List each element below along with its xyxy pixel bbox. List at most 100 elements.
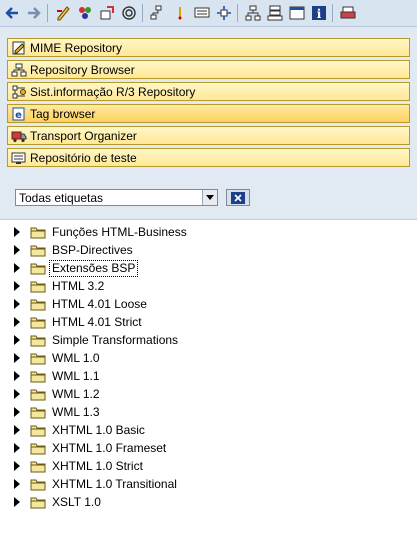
tree-node[interactable]: XHTML 1.0 Transitional: [14, 475, 179, 493]
close-icon: [231, 191, 245, 204]
tree-node-label: HTML 4.01 Strict: [52, 314, 142, 329]
expand-arrow-icon[interactable]: [14, 443, 24, 453]
tree-node-label: XHTML 1.0 Transitional: [52, 476, 177, 491]
hierarchy-icon[interactable]: [243, 3, 263, 23]
folder-icon: [30, 226, 46, 239]
tag-filter-value: Todas etiquetas: [19, 191, 104, 205]
tree-node[interactable]: XHTML 1.0 Basic: [14, 421, 147, 439]
folder-icon: [30, 388, 46, 401]
folder-icon: [30, 316, 46, 329]
tree-node[interactable]: HTML 4.01 Strict: [14, 313, 144, 331]
nav-label: Tag browser: [30, 106, 96, 121]
navigate-icon[interactable]: [214, 3, 234, 23]
tree-node[interactable]: WML 1.3: [14, 403, 102, 421]
tree-node-label: XSLT 1.0: [52, 494, 101, 509]
stack-icon[interactable]: [265, 3, 285, 23]
expand-arrow-icon[interactable]: [14, 461, 24, 471]
tree-node[interactable]: XHTML 1.0 Frameset: [14, 439, 168, 457]
clear-filter-button[interactable]: [226, 189, 250, 206]
folder-icon: [30, 442, 46, 455]
tree-node[interactable]: Funções HTML-Business: [14, 223, 189, 241]
nav-tag-browser[interactable]: e Tag browser: [7, 104, 410, 123]
tag-icon: e: [11, 107, 27, 121]
expand-arrow-icon[interactable]: [14, 479, 24, 489]
expand-arrow-icon[interactable]: [14, 353, 24, 363]
tree-node[interactable]: HTML 4.01 Loose: [14, 295, 149, 313]
forward-icon[interactable]: [24, 3, 44, 23]
tree-node-label: XHTML 1.0 Basic: [52, 422, 145, 437]
expand-arrow-icon[interactable]: [14, 407, 24, 417]
expand-arrow-icon[interactable]: [14, 299, 24, 309]
application-toolbar: i: [0, 0, 417, 27]
expand-arrow-icon[interactable]: [14, 245, 24, 255]
tree-node[interactable]: XHTML 1.0 Strict: [14, 457, 145, 475]
display-icon[interactable]: [192, 3, 212, 23]
hierarchy-icon: [11, 63, 27, 77]
folder-icon: [30, 334, 46, 347]
folder-icon: [30, 460, 46, 473]
tag-filter-select[interactable]: Todas etiquetas: [15, 189, 218, 206]
tree-node-label: XHTML 1.0 Strict: [52, 458, 143, 473]
toolbar-separator: [47, 4, 48, 22]
nav-label: Repositório de teste: [30, 150, 137, 165]
back-icon[interactable]: [2, 3, 22, 23]
expand-arrow-icon[interactable]: [14, 371, 24, 381]
tree-node[interactable]: HTML 3.2: [14, 277, 106, 295]
truck-icon: [11, 129, 27, 143]
nav-mime-repository[interactable]: MIME Repository: [7, 38, 410, 57]
folder-icon: [30, 298, 46, 311]
window-icon[interactable]: [287, 3, 307, 23]
nav-test-repository[interactable]: Repositório de teste: [7, 148, 410, 167]
marker-icon[interactable]: [170, 3, 190, 23]
tree-node[interactable]: BSP-Directives: [14, 241, 135, 259]
tree-node[interactable]: WML 1.0: [14, 349, 102, 367]
objects-icon[interactable]: [75, 3, 95, 23]
test-repo-icon: [11, 151, 27, 165]
svg-text:e: e: [15, 110, 22, 121]
expand-arrow-icon[interactable]: [14, 389, 24, 399]
chevron-down-icon[interactable]: [202, 190, 217, 205]
nav-repository-browser[interactable]: Repository Browser: [7, 60, 410, 79]
expand-arrow-icon[interactable]: [14, 227, 24, 237]
expand-arrow-icon[interactable]: [14, 317, 24, 327]
tree-node-label: WML 1.1: [52, 368, 100, 383]
toolbar-separator: [332, 4, 333, 22]
expand-arrow-icon[interactable]: [14, 497, 24, 507]
tree-node[interactable]: WML 1.2: [14, 385, 102, 403]
folder-icon: [30, 280, 46, 293]
nav-label: Repository Browser: [30, 62, 135, 77]
tree-node-label: HTML 4.01 Loose: [52, 296, 147, 311]
folder-icon: [30, 406, 46, 419]
tree-node-label: BSP-Directives: [52, 242, 133, 257]
print-icon[interactable]: [338, 3, 358, 23]
expand-arrow-icon[interactable]: [14, 281, 24, 291]
folder-icon: [30, 262, 46, 275]
tree-node[interactable]: Extensões BSP: [14, 259, 139, 277]
expand-arrow-icon[interactable]: [14, 425, 24, 435]
nav-repository-info[interactable]: Sist.informação R/3 Repository: [7, 82, 410, 101]
tree-icon[interactable]: [148, 3, 168, 23]
folder-icon: [30, 370, 46, 383]
info-icon[interactable]: i: [309, 3, 329, 23]
toolbar-separator: [142, 4, 143, 22]
tree-node-label: Extensões BSP: [48, 259, 139, 277]
expand-arrow-icon[interactable]: [14, 335, 24, 345]
folder-icon: [30, 496, 46, 509]
expand-arrow-icon[interactable]: [14, 263, 24, 273]
svg-text:i: i: [317, 7, 322, 21]
nav-transport-organizer[interactable]: Transport Organizer: [7, 126, 410, 145]
tree-node[interactable]: WML 1.1: [14, 367, 102, 385]
nav-label: Sist.informação R/3 Repository: [30, 84, 196, 99]
tree-node-label: WML 1.3: [52, 404, 100, 419]
move-icon[interactable]: [97, 3, 117, 23]
folder-icon: [30, 478, 46, 491]
edit-icon[interactable]: [53, 3, 73, 23]
spiral-icon[interactable]: [119, 3, 139, 23]
folder-icon: [30, 424, 46, 437]
tree-node[interactable]: Simple Transformations: [14, 331, 180, 349]
tree-node-label: WML 1.2: [52, 386, 100, 401]
tree-node-label: Simple Transformations: [52, 332, 179, 347]
filter-bar: Todas etiquetas: [0, 178, 417, 218]
nav-label: Transport Organizer: [30, 128, 137, 143]
tree-node[interactable]: XSLT 1.0: [14, 493, 103, 511]
